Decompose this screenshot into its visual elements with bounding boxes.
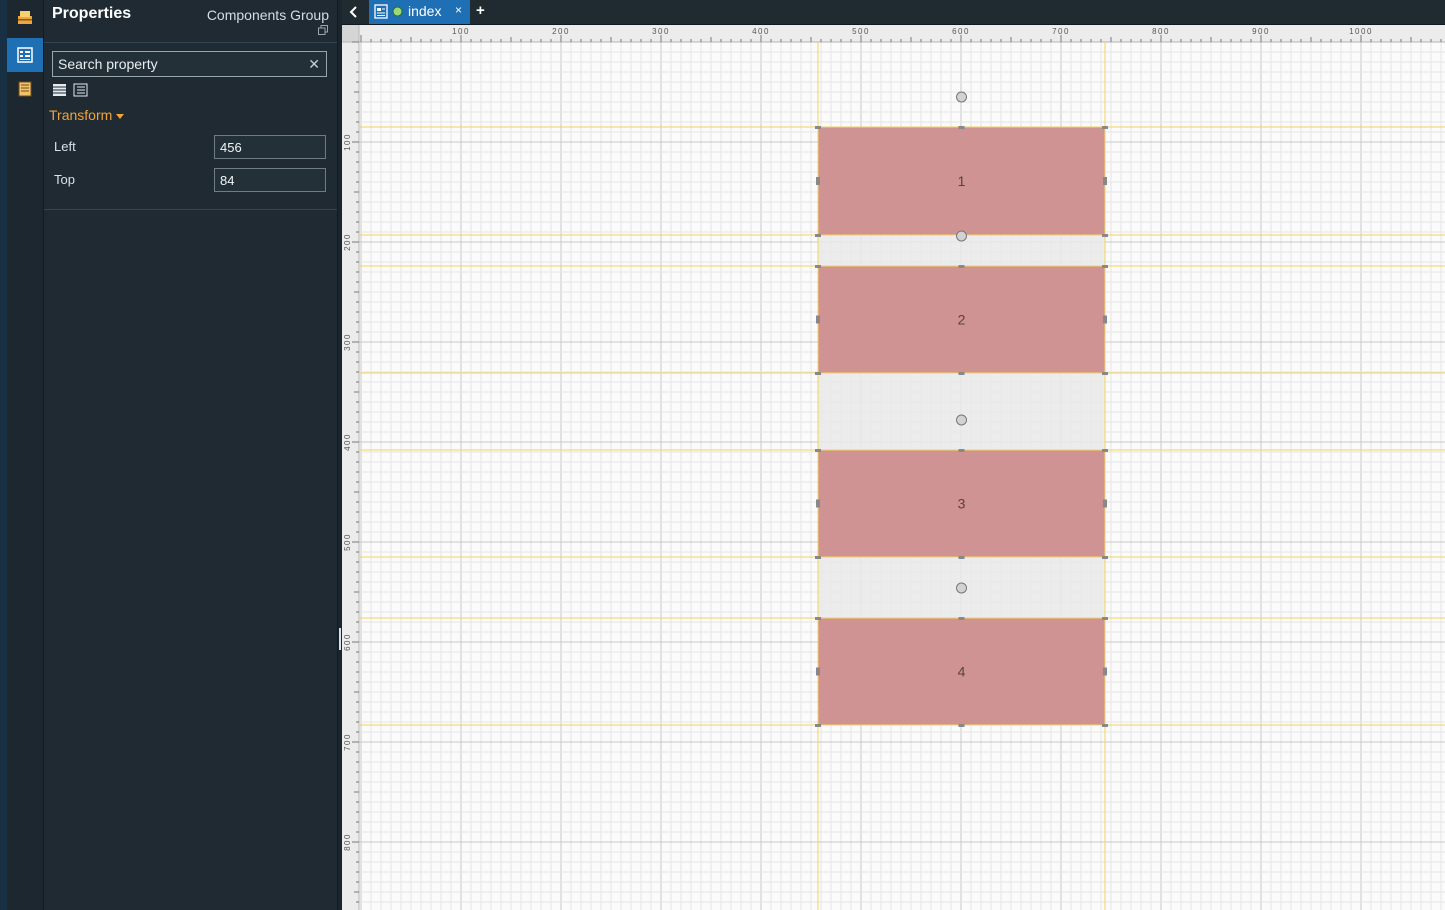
resize-handle[interactable] (1102, 265, 1108, 268)
ruler-y-label: 700 (343, 733, 352, 751)
ruler-x-label: 600 (952, 27, 970, 36)
panel-header: Properties Components Group (44, 0, 337, 43)
detail-view-icon[interactable] (73, 83, 88, 97)
ruler-x-label: 800 (1152, 27, 1170, 36)
resize-handle[interactable] (1102, 449, 1108, 452)
tab-label: index (408, 3, 442, 19)
resize-handle[interactable] (1103, 315, 1107, 324)
caret-down-icon (116, 113, 125, 119)
resize-handle[interactable] (815, 556, 821, 559)
resize-handle[interactable] (816, 667, 820, 676)
properties-rail-button[interactable] (7, 38, 43, 72)
properties-panel: Properties Components Group ✕ Transform … (44, 0, 338, 910)
resize-handle[interactable] (958, 724, 965, 727)
ruler-y-label: 300 (343, 333, 352, 351)
component-label: 4 (958, 664, 966, 680)
resize-handle[interactable] (1103, 499, 1107, 508)
panel-title: Properties (52, 5, 132, 22)
resize-handle[interactable] (1102, 372, 1108, 375)
ruler-y-label: 200 (343, 233, 352, 251)
ruler-y-label: 400 (343, 433, 352, 451)
panel-subtitle: Components Group (206, 7, 329, 23)
ruler-y-label: 500 (343, 533, 352, 551)
view-toggle (52, 83, 88, 97)
top-input[interactable] (214, 168, 326, 192)
search-box: ✕ (52, 51, 327, 77)
search-input[interactable] (53, 52, 303, 76)
resize-handle[interactable] (958, 449, 965, 452)
ruler-x-label: 1000 (1349, 27, 1373, 36)
status-dot-icon (392, 6, 403, 17)
tab-close-icon[interactable]: × (455, 3, 462, 17)
resize-handle[interactable] (816, 177, 820, 185)
collapse-panel-button[interactable] (342, 0, 366, 24)
resize-handle[interactable] (1103, 177, 1107, 185)
ruler-x-label: 200 (552, 27, 570, 36)
copy-icon[interactable] (318, 25, 328, 35)
resize-handle[interactable] (816, 315, 820, 324)
component-label: 3 (958, 496, 966, 512)
ruler-x-label: 900 (1252, 27, 1270, 36)
resize-handle[interactable] (815, 234, 821, 237)
components-rail-button[interactable] (7, 0, 43, 34)
section-label: Transform (49, 107, 113, 123)
vertical-ruler (342, 25, 359, 910)
ruler-y-label: 100 (343, 133, 352, 151)
components-icon (18, 11, 32, 24)
ruler-x-label: 400 (752, 27, 770, 36)
resize-handle[interactable] (815, 449, 821, 452)
rotate-handle[interactable] (956, 582, 967, 594)
rotate-handle[interactable] (956, 91, 967, 103)
canvas-stage[interactable]: 100 200 300 400 500 600 700 800 900 1000 100 200 300… (342, 25, 1445, 910)
page-icon (374, 4, 388, 19)
resize-handle[interactable] (815, 617, 821, 620)
resize-handle[interactable] (958, 372, 965, 375)
component-label: 2 (958, 312, 966, 328)
design-canvas[interactable]: 100 200 300 400 500 600 700 800 900 1000 100 200 300… (342, 25, 1445, 910)
pages-rail-button[interactable] (7, 72, 43, 106)
ruler-y-label: 600 (343, 633, 352, 651)
top-label: Top (54, 172, 75, 187)
rotate-handle[interactable] (956, 230, 967, 242)
component-label: 1 (958, 173, 966, 189)
resize-handle[interactable] (1102, 556, 1108, 559)
left-input[interactable] (214, 135, 326, 159)
chevron-left-icon (349, 6, 357, 18)
ruler-x-label: 500 (852, 27, 870, 36)
left-toolbar (0, 0, 44, 910)
ruler-x-label: 300 (652, 27, 670, 36)
tab-bar: index × + (342, 0, 1445, 25)
resize-handle[interactable] (1102, 126, 1108, 129)
clear-search-icon[interactable]: ✕ (308, 55, 320, 73)
splitter-grip[interactable] (339, 628, 341, 650)
resize-handle[interactable] (815, 265, 821, 268)
ruler-y-label: 800 (343, 833, 352, 851)
tab-index[interactable]: index × (369, 0, 470, 24)
resize-handle[interactable] (1103, 667, 1107, 676)
divider (44, 209, 337, 210)
resize-handle[interactable] (1102, 617, 1108, 620)
resize-handle[interactable] (815, 126, 821, 129)
list-view-icon[interactable] (52, 83, 67, 97)
resize-handle[interactable] (1102, 724, 1108, 727)
left-label: Left (54, 139, 76, 154)
resize-handle[interactable] (958, 617, 965, 620)
ruler-x-label: 700 (1052, 27, 1070, 36)
resize-handle[interactable] (1102, 234, 1108, 237)
transform-section-header[interactable]: Transform (49, 107, 125, 123)
pages-icon (18, 81, 32, 97)
resize-handle[interactable] (958, 126, 965, 129)
rotate-handle[interactable] (956, 414, 967, 426)
horizontal-ruler (342, 25, 1445, 42)
ruler-x-label: 100 (452, 27, 470, 36)
spacer[interactable] (818, 373, 1105, 450)
resize-handle[interactable] (815, 724, 821, 727)
resize-handle[interactable] (958, 265, 965, 268)
ruler-corner (342, 25, 359, 42)
resize-handle[interactable] (816, 499, 820, 508)
resize-handle[interactable] (958, 556, 965, 559)
add-tab-button[interactable]: + (476, 2, 485, 19)
properties-icon (17, 47, 33, 63)
resize-handle[interactable] (815, 372, 821, 375)
